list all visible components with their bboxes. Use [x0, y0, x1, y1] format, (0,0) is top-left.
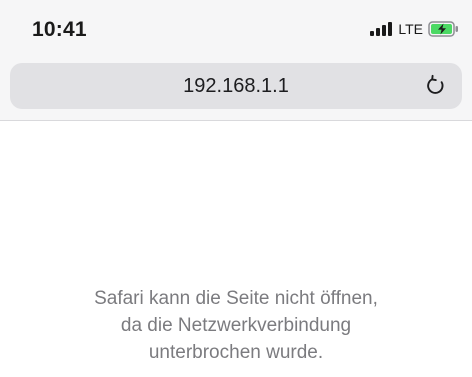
reload-icon[interactable] [424, 74, 448, 98]
address-bar[interactable]: 192.168.1.1 [10, 63, 462, 109]
status-bar: 10:41 LTE [0, 0, 472, 52]
error-line: da die Netzwerkverbindung [120, 315, 352, 336]
signal-bars-icon [370, 22, 393, 36]
browser-chrome: 10:41 LTE 192.168.1.1 [0, 0, 472, 121]
network-type: LTE [398, 21, 423, 37]
status-indicators: LTE [370, 21, 460, 37]
error-line: Safari kann die Seite nicht öffnen, [94, 288, 378, 309]
battery-charging-icon [428, 21, 458, 37]
error-message: Safari kann die Seite nicht öffnen, da d… [0, 285, 472, 366]
error-line: unterbrochen wurde. [148, 342, 324, 363]
url-text[interactable]: 192.168.1.1 [10, 75, 462, 98]
safari-screen: 10:41 LTE 192.168.1.1 Safari kann die Se… [0, 0, 472, 377]
status-time: 10:41 [32, 18, 87, 41]
